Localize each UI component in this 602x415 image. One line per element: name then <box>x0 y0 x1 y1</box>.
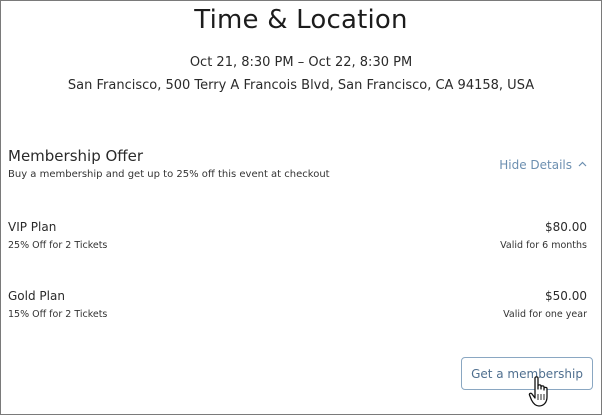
event-datetime: Oct 21, 8:30 PM – Oct 22, 8:30 PM <box>189 55 413 70</box>
plan-name-vip: VIP Plan <box>8 220 57 234</box>
page-title: Time & Location <box>194 5 408 35</box>
membership-offer-title: Membership Offer <box>8 147 144 165</box>
plan-price-gold: $50.00 <box>545 289 587 303</box>
event-details-panel: Time & Location Oct 21, 8:30 PM – Oct 22… <box>0 0 602 415</box>
plan-validity-gold: Valid for one year <box>503 309 587 320</box>
chevron-up-icon <box>578 160 587 170</box>
plan-discount-gold: 15% Off for 2 Tickets <box>8 309 108 320</box>
hide-details-label: Hide Details <box>499 158 572 172</box>
membership-offer-description: Buy a membership and get up to 25% off t… <box>8 169 330 180</box>
get-membership-button[interactable]: Get a membership <box>461 357 593 390</box>
hand-pointer-icon <box>528 375 552 409</box>
plan-price-vip: $80.00 <box>545 220 587 234</box>
plan-name-gold: Gold Plan <box>8 289 65 303</box>
plan-validity-vip: Valid for 6 months <box>500 240 587 251</box>
plan-discount-vip: 25% Off for 2 Tickets <box>8 240 108 251</box>
event-address: San Francisco, 500 Terry A Francois Blvd… <box>67 78 535 93</box>
hide-details-toggle[interactable]: Hide Details <box>499 158 587 172</box>
